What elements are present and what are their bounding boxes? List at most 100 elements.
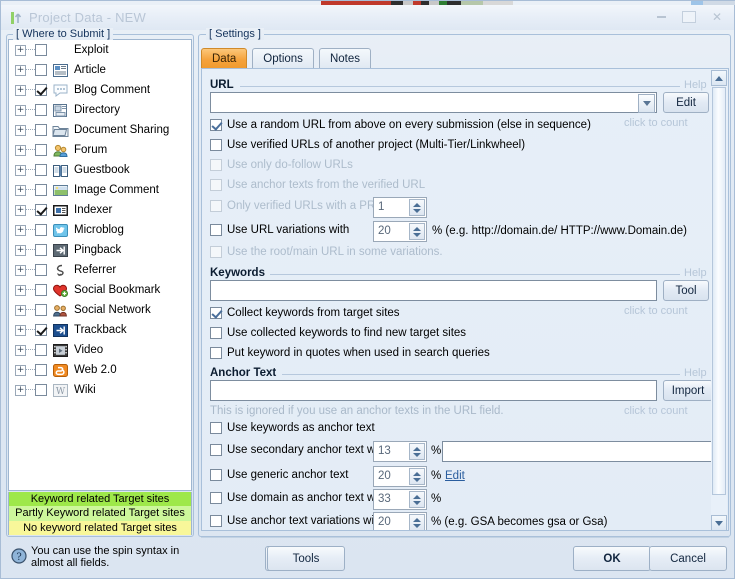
maximize-button[interactable] [678, 8, 700, 26]
close-button[interactable]: ✕ [706, 8, 728, 26]
chk-secondary-anchor[interactable]: Use secondary anchor text with [210, 444, 387, 456]
tree-item-exploit[interactable]: + Exploit [9, 40, 191, 60]
expander-plus-icon[interactable]: + [15, 224, 26, 236]
tree-item-checkbox[interactable] [35, 164, 47, 176]
chk-url-variations[interactable]: Use URL variations with [210, 224, 349, 236]
chk-collect-keywords[interactable]: Collect keywords from target sites [210, 307, 400, 319]
where-to-submit-tree[interactable]: + Exploit + Article + Blog Comment + Directory +… [8, 39, 192, 491]
tree-item-directory[interactable]: + Directory [9, 100, 191, 120]
tab-data[interactable]: Data [201, 48, 248, 69]
expander-plus-icon[interactable]: + [15, 244, 26, 256]
domain-anchor-spinner-buttons[interactable] [409, 491, 425, 508]
secondary-anchor-spinner[interactable]: 13 [373, 441, 427, 462]
tree-item-checkbox[interactable] [35, 64, 47, 76]
tree-item-indexer[interactable]: + Indexer [9, 200, 191, 220]
expander-plus-icon[interactable]: + [15, 324, 26, 336]
tree-item-checkbox[interactable] [35, 124, 47, 136]
chk-keyword-quotes[interactable]: Put keyword in quotes when used in searc… [210, 347, 490, 359]
tree-item-social-bookmark[interactable]: + Social Bookmark [9, 280, 191, 300]
expander-plus-icon[interactable]: + [15, 344, 26, 356]
tree-item-video[interactable]: + Video [9, 340, 191, 360]
url-variations-spinner-buttons[interactable] [409, 223, 425, 240]
expander-plus-icon[interactable]: + [15, 84, 26, 96]
anchor-text-import-button[interactable]: Import [663, 380, 713, 401]
pr-spinner-buttons[interactable] [409, 199, 425, 216]
tree-item-checkbox[interactable] [35, 304, 47, 316]
tree-item-checkbox[interactable] [35, 264, 47, 276]
tree-item-checkbox[interactable] [35, 84, 47, 96]
tree-item-referrer[interactable]: + Referrer [9, 260, 191, 280]
tree-item-microblog[interactable]: + Microblog [9, 220, 191, 240]
tree-item-checkbox[interactable] [35, 224, 47, 236]
tree-item-checkbox[interactable] [35, 44, 47, 56]
keywords-help-link[interactable]: Help [684, 267, 707, 279]
scroll-up-button[interactable] [711, 70, 727, 86]
tree-item-forum[interactable]: + Forum [9, 140, 191, 160]
settings-scrollbar[interactable] [711, 70, 727, 530]
expander-plus-icon[interactable]: + [15, 164, 26, 176]
tree-item-trackback[interactable]: + Trackback [9, 320, 191, 340]
tree-item-document-sharing[interactable]: + Document Sharing [9, 120, 191, 140]
anchor-variations-spinner-buttons[interactable] [409, 514, 425, 530]
domain-anchor-spinner[interactable]: 33 [373, 489, 427, 510]
scrollbar-thumb[interactable] [712, 87, 726, 495]
keywords-tool-button[interactable]: Tool [663, 280, 709, 301]
tree-item-wiki[interactable]: + W Wiki [9, 380, 191, 400]
chk-generic-anchor[interactable]: Use generic anchor text [210, 469, 348, 481]
expander-plus-icon[interactable]: + [15, 204, 26, 216]
generic-anchor-edit-link[interactable]: Edit [445, 470, 465, 482]
minimize-button[interactable] [650, 8, 672, 26]
tree-item-pingback[interactable]: + Pingback [9, 240, 191, 260]
url-dropdown-arrow[interactable] [638, 94, 655, 113]
chk-use-collected-keywords[interactable]: Use collected keywords to find new targe… [210, 327, 466, 339]
expander-plus-icon[interactable]: + [15, 284, 26, 296]
chk-random-url[interactable]: Use a random URL from above on every sub… [210, 119, 591, 131]
tab-notes[interactable]: Notes [318, 48, 371, 69]
pr-spinner[interactable]: 1 [373, 197, 427, 218]
chk-keywords-as-anchor[interactable]: Use keywords as anchor text [210, 422, 375, 434]
tree-item-image-comment[interactable]: + Image Comment [9, 180, 191, 200]
tab-options[interactable]: Options [252, 48, 314, 69]
generic-anchor-spinner[interactable]: 20 [373, 466, 427, 487]
tree-item-web-2-0[interactable]: + Web 2.0 [9, 360, 191, 380]
chk-verified-urls-other-project[interactable]: Use verified URLs of another project (Mu… [210, 139, 525, 151]
tree-item-checkbox[interactable] [35, 244, 47, 256]
url-input[interactable] [210, 92, 657, 113]
tree-item-social-network[interactable]: + Social Network [9, 300, 191, 320]
expander-plus-icon[interactable]: + [15, 184, 26, 196]
tree-item-checkbox[interactable] [35, 144, 47, 156]
scroll-down-button[interactable] [711, 515, 727, 530]
expander-plus-icon[interactable]: + [15, 104, 26, 116]
expander-plus-icon[interactable]: + [15, 384, 26, 396]
tree-item-article[interactable]: + Article [9, 60, 191, 80]
ok-button[interactable]: OK [573, 546, 651, 571]
generic-anchor-spinner-buttons[interactable] [409, 468, 425, 485]
expander-plus-icon[interactable]: + [15, 44, 26, 56]
tree-item-checkbox[interactable] [35, 284, 47, 296]
anchor-variations-spinner[interactable]: 20 [373, 512, 427, 530]
expander-plus-icon[interactable]: + [15, 364, 26, 376]
tree-item-blog-comment[interactable]: + Blog Comment [9, 80, 191, 100]
url-edit-button[interactable]: Edit [663, 92, 709, 113]
url-click-to-count[interactable]: click to count [624, 117, 688, 129]
expander-plus-icon[interactable]: + [15, 144, 26, 156]
tree-item-checkbox[interactable] [35, 104, 47, 116]
secondary-anchor-input[interactable] [442, 441, 712, 462]
url-help-link[interactable]: Help [684, 79, 707, 91]
tree-item-checkbox[interactable] [35, 384, 47, 396]
expander-plus-icon[interactable]: + [15, 64, 26, 76]
anchor-text-input[interactable] [210, 380, 657, 401]
chk-domain-anchor[interactable]: Use domain as anchor text with [210, 492, 387, 504]
tree-item-checkbox[interactable] [35, 184, 47, 196]
keywords-click-to-count[interactable]: click to count [624, 305, 688, 317]
anchor-text-click-to-count[interactable]: click to count [624, 405, 688, 417]
tree-item-checkbox[interactable] [35, 364, 47, 376]
tools-button[interactable]: Tools [267, 546, 345, 571]
secondary-anchor-spinner-buttons[interactable] [409, 443, 425, 460]
anchor-text-help-link[interactable]: Help [684, 367, 707, 379]
cancel-button[interactable]: Cancel [649, 546, 727, 571]
tree-item-checkbox[interactable] [35, 344, 47, 356]
expander-plus-icon[interactable]: + [15, 304, 26, 316]
expander-plus-icon[interactable]: + [15, 264, 26, 276]
tree-item-checkbox[interactable] [35, 204, 47, 216]
